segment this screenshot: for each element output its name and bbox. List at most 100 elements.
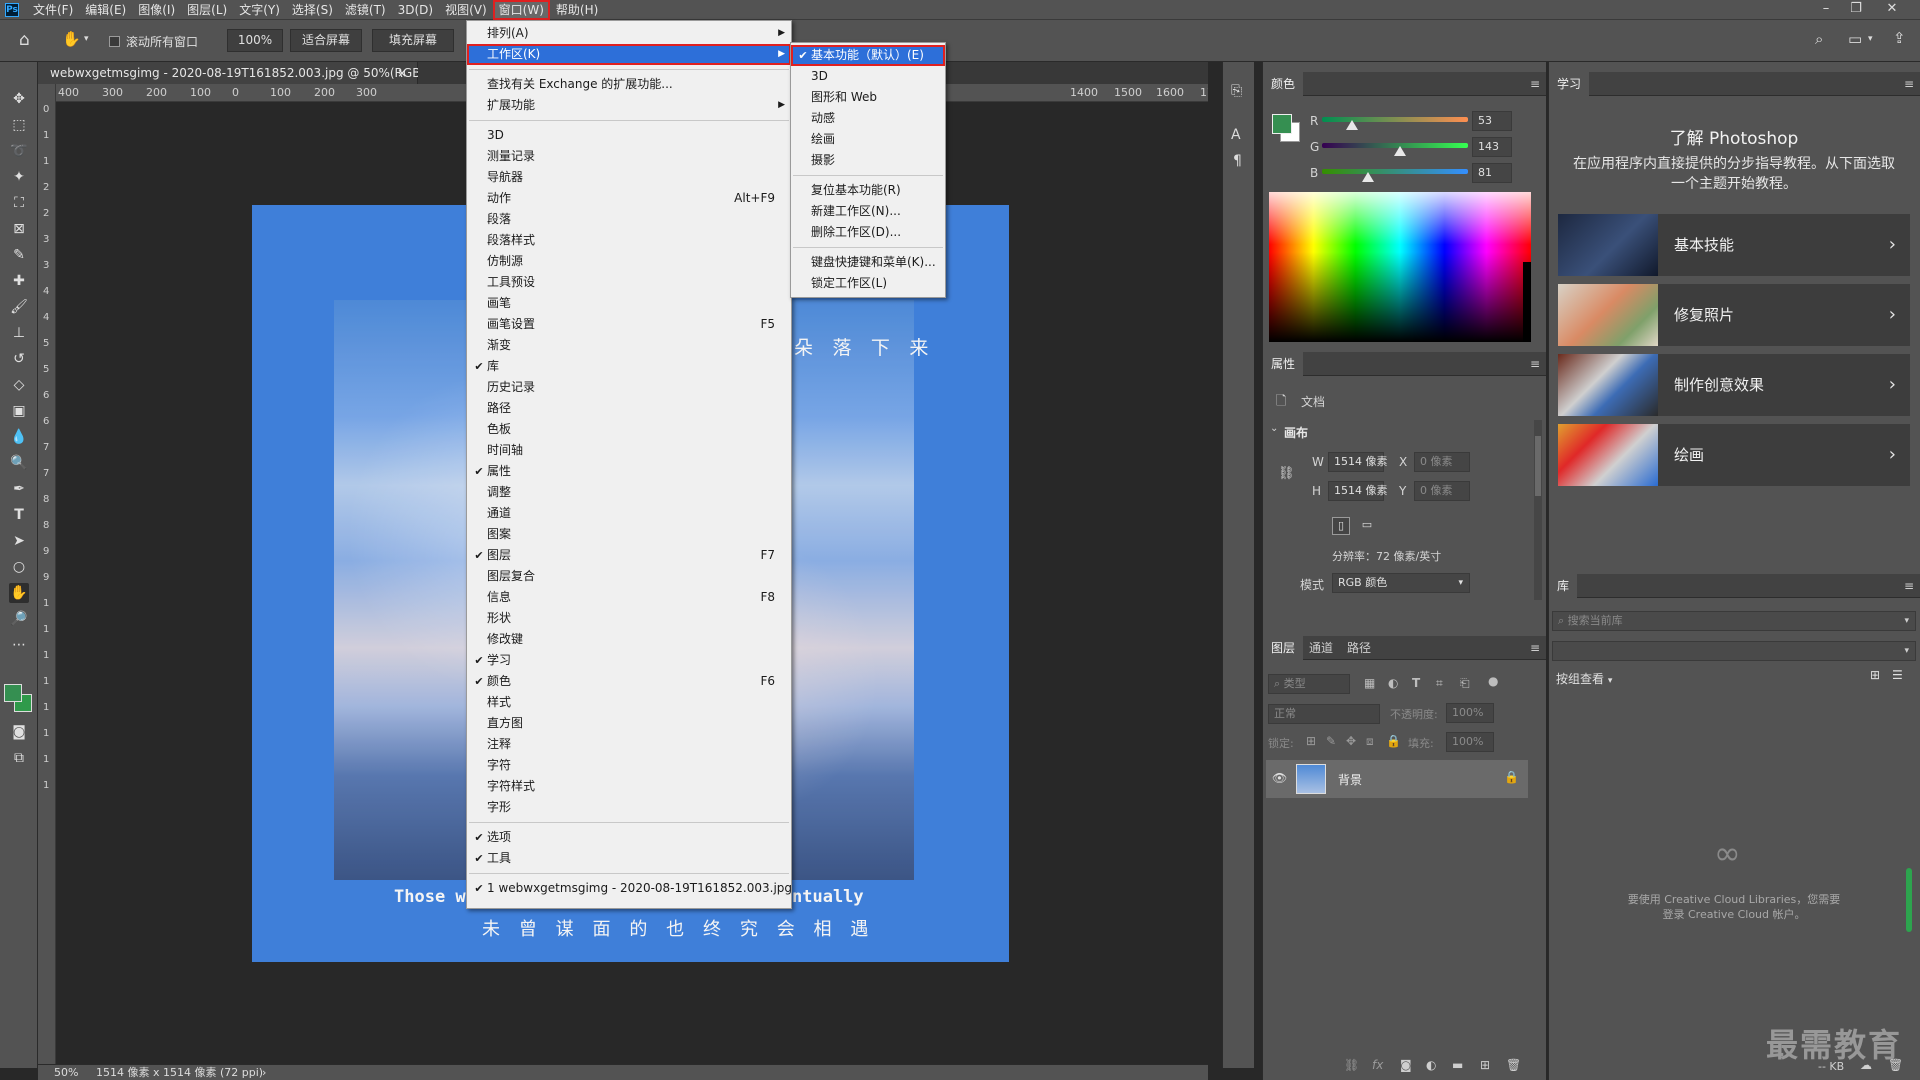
properties-scrollbar[interactable] <box>1534 420 1542 600</box>
adjustment-filter-icon[interactable]: ◐ <box>1388 676 1398 690</box>
learn-card-fix-photos[interactable]: 修复照片 › <box>1558 284 1910 346</box>
group-by-toggle[interactable]: 按组查看 ▾ <box>1556 670 1612 687</box>
learn-card-creative-effects[interactable]: 制作创意效果 › <box>1558 354 1910 416</box>
link-icon[interactable]: ⛓ <box>1278 466 1295 481</box>
move-tool-icon[interactable]: ✥ <box>9 89 29 109</box>
window-menu-item[interactable]: 色板 <box>467 419 791 440</box>
learn-panel-menu-icon[interactable]: ≡ <box>1904 77 1914 91</box>
workspace-icon[interactable]: ▭ <box>1848 32 1862 47</box>
workspace-menu-item[interactable]: 绘画 <box>791 129 945 150</box>
window-menu-item[interactable]: ✔ 工具 <box>467 848 791 869</box>
tab-layers[interactable]: 图层 <box>1263 636 1304 660</box>
r-slider-thumb[interactable] <box>1346 120 1358 130</box>
tab-channels[interactable]: 通道 <box>1301 636 1341 660</box>
b-value-field[interactable]: 81 <box>1472 163 1512 183</box>
workspace-menu-item[interactable]: 动感 <box>791 108 945 129</box>
window-menu-item[interactable]: ✔ 属性 <box>467 461 791 482</box>
history-panel-icon[interactable]: ⎘ <box>1231 84 1242 98</box>
zoom-100-button[interactable]: 100% <box>227 29 283 52</box>
pen-tool-icon[interactable]: ✒ <box>9 479 29 499</box>
window-menu-item[interactable]: 图层复合 <box>467 566 791 587</box>
properties-panel-menu-icon[interactable]: ≡ <box>1530 357 1540 371</box>
lock-artboard-icon[interactable]: ⧈ <box>1366 734 1374 749</box>
b-slider[interactable] <box>1322 169 1468 174</box>
close-window-icon[interactable]: ✕ <box>1878 0 1906 20</box>
window-menu-item[interactable]: 测量记录 <box>467 146 791 167</box>
fill-field[interactable]: 100% <box>1446 732 1494 752</box>
window-menu-item[interactable]: ✔ 库 <box>467 356 791 377</box>
window-menu-item[interactable]: ✔ 学习 <box>467 650 791 671</box>
workspace-menu-item[interactable]: 锁定工作区(L) <box>791 273 945 294</box>
g-slider-thumb[interactable] <box>1394 146 1406 156</box>
restore-icon[interactable]: ❐ <box>1842 0 1870 20</box>
add-mask-icon[interactable]: ◙ <box>1400 1058 1412 1072</box>
healing-brush-icon[interactable]: ✚ <box>9 271 29 291</box>
window-menu-item[interactable]: 图案 <box>467 524 791 545</box>
window-menu-item[interactable]: 工具预设 <box>467 272 791 293</box>
pixel-filter-icon[interactable]: ▦ <box>1364 676 1375 690</box>
hand-tool-icon[interactable]: ✋ <box>62 32 81 47</box>
landscape-orientation-icon[interactable]: ▭ <box>1358 517 1376 535</box>
window-menu-item[interactable]: 时间轴 <box>467 440 791 461</box>
quick-mask-icon[interactable]: ◙ <box>9 722 29 742</box>
type-filter-icon[interactable]: T <box>1412 676 1420 690</box>
workspace-menu-item[interactable]: 图形和 Web <box>791 87 945 108</box>
magic-wand-icon[interactable]: ✦ <box>9 167 29 187</box>
color-spectrum[interactable] <box>1269 192 1531 342</box>
more-tools-icon[interactable]: ⋯ <box>9 635 29 655</box>
zoom-tool-icon[interactable]: 🔎 <box>9 609 29 629</box>
menu-view[interactable]: 视图(V) <box>439 0 493 20</box>
filter-toggle-icon[interactable]: ● <box>1488 674 1498 688</box>
new-layer-icon[interactable]: ⊞ <box>1480 1058 1490 1072</box>
window-menu-item[interactable]: 字形 <box>467 797 791 818</box>
menu-3d[interactable]: 3D(D) <box>392 0 439 20</box>
tab-learn[interactable]: 学习 <box>1549 72 1590 96</box>
r-slider[interactable] <box>1322 117 1468 122</box>
grid-view-icon[interactable]: ⊞ <box>1870 668 1880 682</box>
menu-file[interactable]: 文件(F) <box>27 0 79 20</box>
window-menu-item[interactable]: 字符样式 <box>467 776 791 797</box>
fg-color-chip[interactable] <box>1272 114 1292 134</box>
portrait-orientation-icon[interactable]: ▯ <box>1332 517 1350 535</box>
lock-pixels-icon[interactable]: ✎ <box>1326 734 1336 748</box>
window-menu-item[interactable]: 仿制源 <box>467 251 791 272</box>
adjustment-layer-icon[interactable]: ◐ <box>1426 1058 1436 1072</box>
blend-mode-select[interactable]: 正常 <box>1268 704 1380 724</box>
screen-mode-icon[interactable]: ⧉ <box>9 748 29 768</box>
workspace-menu-item[interactable]: 键盘快捷键和菜单(K)... <box>791 252 945 273</box>
library-scroll-indicator[interactable] <box>1906 868 1912 932</box>
blur-tool-icon[interactable]: 💧 <box>9 427 29 447</box>
tab-library[interactable]: 库 <box>1549 574 1578 598</box>
fx-icon[interactable]: fx <box>1372 1058 1383 1072</box>
menu-image[interactable]: 图像(I) <box>132 0 181 20</box>
window-menu-item[interactable]: ✔ 1 webwxgetmsgimg - 2020-08-19T161852.00… <box>467 878 792 899</box>
brush-tool-icon[interactable]: 🖌 <box>9 297 29 317</box>
lock-transparency-icon[interactable]: ⊞ <box>1306 734 1316 748</box>
window-menu-item[interactable]: 通道 <box>467 503 791 524</box>
document-tab[interactable]: webwxgetmsgimg - 2020-08-19T161852.003.j… <box>38 62 443 84</box>
tab-properties[interactable]: 属性 <box>1263 352 1304 376</box>
stamp-tool-icon[interactable]: ⊥ <box>9 323 29 343</box>
window-menu-item[interactable]: 样式 <box>467 692 791 713</box>
g-value-field[interactable]: 143 <box>1472 137 1512 157</box>
window-menu-item[interactable]: 字符 <box>467 755 791 776</box>
color-mode-select[interactable]: RGB 颜色 ▾ <box>1332 573 1470 593</box>
window-menu-item[interactable]: 信息 F8 <box>467 587 791 608</box>
workspace-menu-item[interactable]: 摄影 <box>791 150 945 171</box>
b-slider-thumb[interactable] <box>1362 172 1374 182</box>
menu-type[interactable]: 文字(Y) <box>233 0 286 20</box>
status-arrow-icon[interactable]: › <box>262 1065 266 1080</box>
window-menu-item[interactable]: 导航器 <box>467 167 791 188</box>
close-tab-icon[interactable]: × <box>397 62 407 84</box>
frame-tool-icon[interactable]: ⊠ <box>9 219 29 239</box>
r-value-field[interactable]: 53 <box>1472 111 1512 131</box>
window-menu-item[interactable]: 渐变 <box>467 335 791 356</box>
menu-window[interactable]: 窗口(W) <box>492 0 550 20</box>
canvas-y-field[interactable]: 0 像素 <box>1414 481 1470 501</box>
canvas-height-field[interactable]: 1514 像素 <box>1328 481 1388 501</box>
library-search-chevron-icon[interactable]: ▾ <box>1904 612 1909 630</box>
workspace-menu-item[interactable]: 复位基本功能(R) <box>791 180 945 201</box>
shape-filter-icon[interactable]: ⌗ <box>1436 676 1443 691</box>
marquee-tool-icon[interactable]: ⬚ <box>9 115 29 135</box>
window-menu-item[interactable]: ✔ 图层 F7 <box>467 545 791 566</box>
